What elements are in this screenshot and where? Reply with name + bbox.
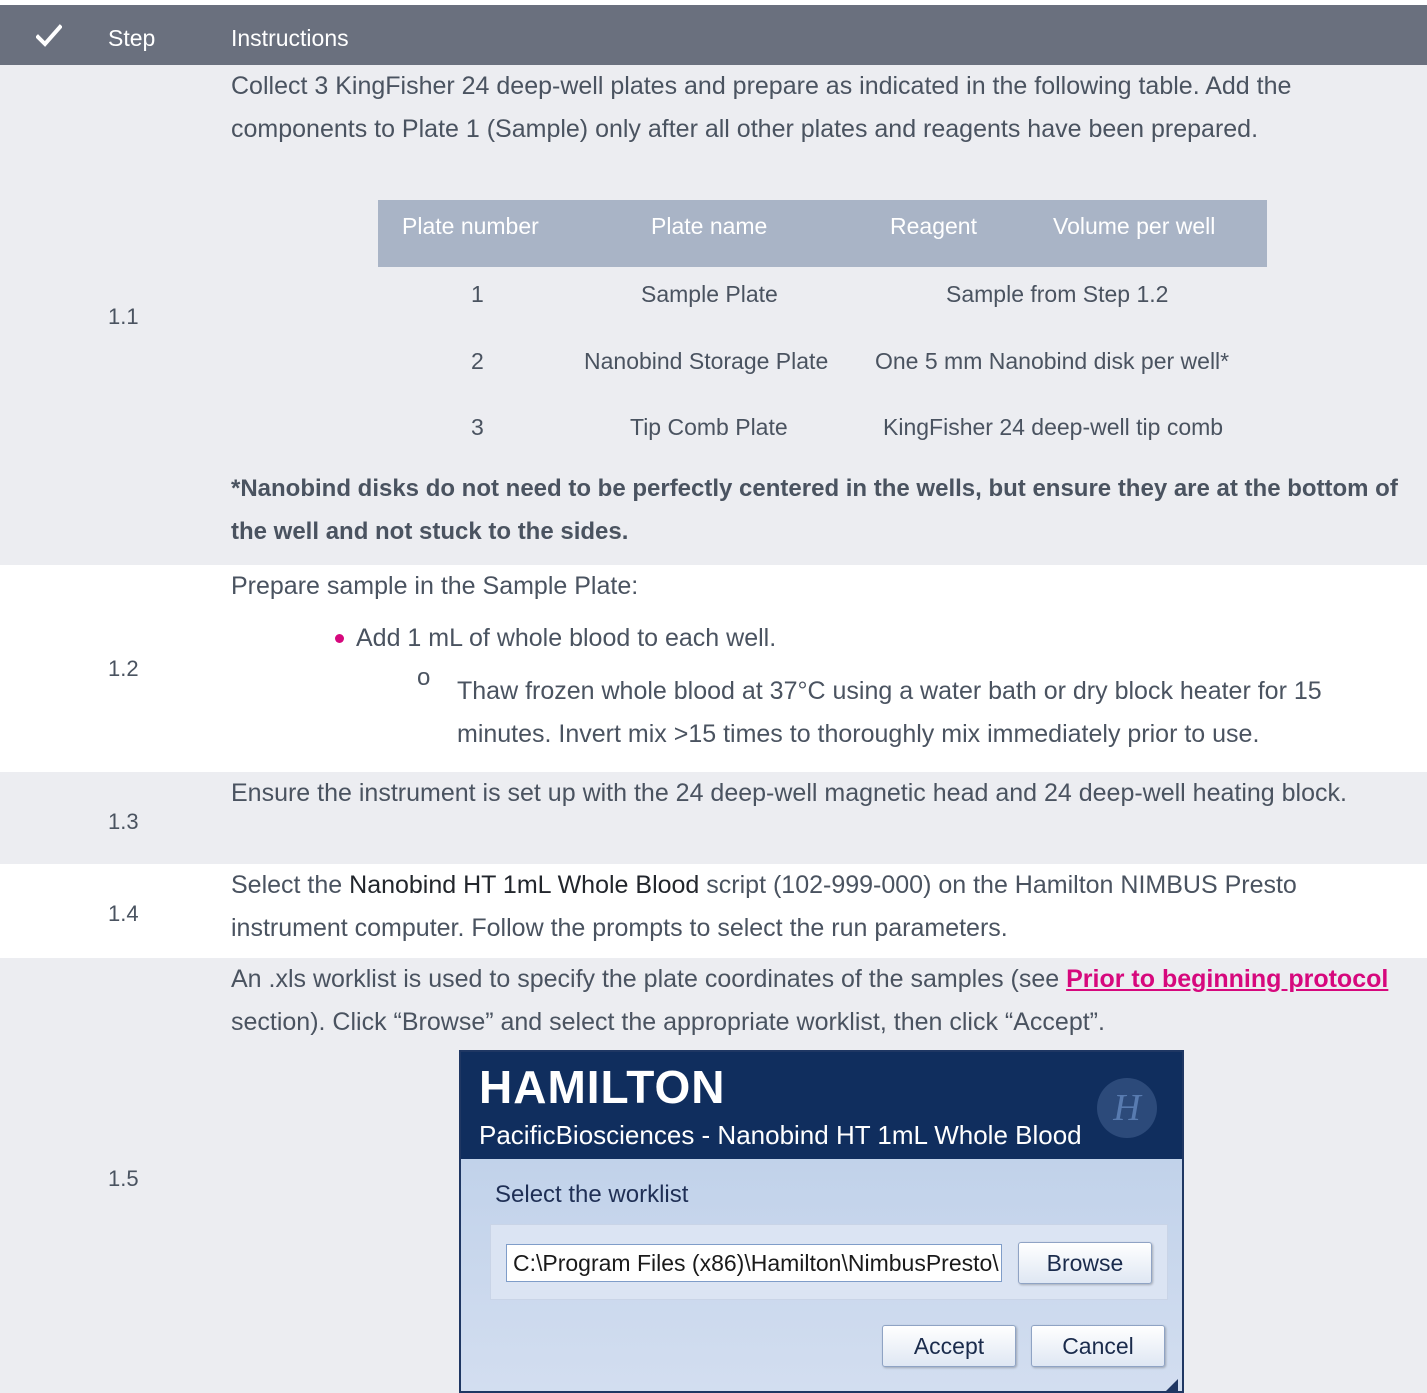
step-number: 1.2 bbox=[108, 656, 139, 681]
step-row-1-2: 1.2 Prepare sample in the Sample Plate: … bbox=[0, 565, 1427, 772]
step-text-pre: An .xls worklist is used to specify the … bbox=[231, 965, 1067, 993]
table-cell-reagent: KingFisher 24 deep-well tip comb bbox=[883, 414, 1224, 440]
checkmark-icon bbox=[36, 24, 62, 47]
plate-table-header: Plate number Plate name Reagent Volume p… bbox=[378, 200, 1267, 267]
dialog-banner: HAMILTON PacificBiosciences - Nanobind H… bbox=[461, 1052, 1182, 1159]
step-note: *Nanobind disks do not need to be perfec… bbox=[231, 475, 1398, 545]
step-text: Select the Nanobind HT 1mL Whole Blood s… bbox=[231, 864, 1406, 949]
table-header: Step Instructions bbox=[0, 5, 1427, 65]
step-number: 1.1 bbox=[108, 304, 139, 329]
col-plate-name: Plate name bbox=[651, 213, 768, 239]
col-plate-number: Plate number bbox=[402, 213, 539, 239]
step-row-1-3: 1.3 Ensure the instrument is set up with… bbox=[0, 772, 1427, 864]
accept-button[interactable]: Accept bbox=[882, 1325, 1016, 1367]
step-text: Collect 3 KingFisher 24 deep-well plates… bbox=[231, 72, 1292, 143]
step-column-header: Step bbox=[108, 25, 156, 51]
step-row-1-1: 1.1 Collect 3 KingFisher 24 deep-well pl… bbox=[0, 65, 1427, 565]
table-cell-number: 3 bbox=[471, 414, 484, 440]
worklist-path-input[interactable]: C:\Program Files (x86)\Hamilton\NimbusPr… bbox=[506, 1244, 1002, 1282]
step-text-pre: Select the bbox=[231, 871, 350, 899]
table-cell-number: 2 bbox=[471, 348, 484, 374]
hamilton-emblem-icon: H bbox=[1097, 1078, 1157, 1138]
hamilton-worklist-dialog: HAMILTON PacificBiosciences - Nanobind H… bbox=[459, 1050, 1184, 1393]
table-cell-reagent: One 5 mm Nanobind disk per well* bbox=[875, 348, 1230, 374]
sub-bullet-icon: o bbox=[417, 664, 431, 691]
step-row-1-4: 1.4 Select the Nanobind HT 1mL Whole Blo… bbox=[0, 864, 1427, 958]
bullet-dot-icon bbox=[335, 634, 344, 643]
bullet-item: Add 1 mL of whole blood to each well. bbox=[356, 624, 777, 652]
sub-bullet-item: Thaw frozen whole blood at 37°C using a … bbox=[457, 677, 1322, 748]
col-volume: Volume per well bbox=[1053, 213, 1216, 239]
table-cell-name: Nanobind Storage Plate bbox=[584, 348, 829, 374]
table-cell-name: Sample Plate bbox=[641, 281, 778, 307]
dialog-subtitle: PacificBiosciences - Nanobind HT 1mL Who… bbox=[479, 1120, 1082, 1150]
col-reagent: Reagent bbox=[890, 213, 977, 239]
step-text: Ensure the instrument is set up with the… bbox=[231, 779, 1347, 807]
instructions-column-header: Instructions bbox=[231, 25, 349, 51]
dialog-body: Select the worklist C:\Program Files (x8… bbox=[461, 1159, 1182, 1391]
resize-grip-icon[interactable] bbox=[1166, 1379, 1178, 1391]
worklist-label: Select the worklist bbox=[495, 1181, 689, 1208]
step-number: 1.3 bbox=[108, 809, 139, 834]
hamilton-logo: HAMILTON bbox=[479, 1061, 726, 1113]
table-cell-reagent: Sample from Step 1.2 bbox=[946, 281, 1169, 307]
cancel-button[interactable]: Cancel bbox=[1031, 1325, 1165, 1367]
script-name: Nanobind HT 1mL Whole Blood bbox=[349, 871, 700, 899]
step-text: Prepare sample in the Sample Plate: bbox=[231, 572, 639, 600]
step-number: 1.5 bbox=[108, 1166, 139, 1191]
browse-button[interactable]: Browse bbox=[1018, 1242, 1152, 1284]
step-number: 1.4 bbox=[108, 901, 139, 926]
step-text-post: section). Click “Browse” and select the … bbox=[231, 1007, 1105, 1036]
table-cell-name: Tip Comb Plate bbox=[630, 414, 788, 440]
step-text: An .xls worklist is used to specify the … bbox=[231, 958, 1406, 1043]
protocol-page: Step Instructions 1.1 Collect 3 KingFish… bbox=[0, 0, 1427, 1393]
prior-to-beginning-link[interactable]: Prior to beginning protocol bbox=[1066, 965, 1388, 993]
table-cell-number: 1 bbox=[471, 281, 484, 307]
